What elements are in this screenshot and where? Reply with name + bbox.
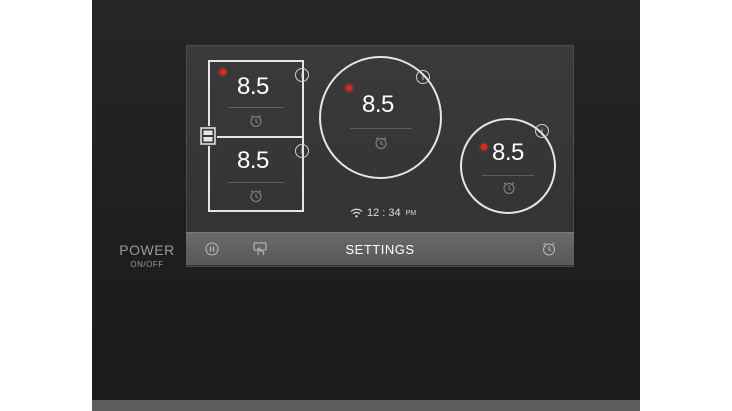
zone-center-level: 8.5 xyxy=(362,91,394,118)
power-label: POWER xyxy=(119,242,175,258)
zone-center-info-icon[interactable]: i xyxy=(416,70,430,84)
zone-bottom-left-divider xyxy=(228,182,284,183)
zone-top-left-level: 8.5 xyxy=(237,73,269,100)
settings-title[interactable]: SETTINGS xyxy=(186,242,574,257)
bridge-zone-toggle[interactable] xyxy=(199,126,217,146)
zone-right-level: 8.5 xyxy=(492,139,524,166)
zone-bottom-left-info-icon[interactable]: i xyxy=(295,144,309,158)
hand-touch-icon[interactable] xyxy=(252,241,268,257)
zone-center-divider xyxy=(350,128,412,129)
bridge-icon xyxy=(200,127,216,145)
zone-center-active-indicator xyxy=(346,85,352,91)
clock-ampm: PM xyxy=(405,209,417,217)
zone-top-left-timer-icon[interactable] xyxy=(249,114,263,128)
status-clock: 12 : 34 PM xyxy=(350,207,416,219)
zone-bottom-left-timer-icon[interactable] xyxy=(249,189,263,203)
zone-top-left-divider xyxy=(228,107,284,108)
wifi-icon xyxy=(350,208,363,218)
zone-top-left-active-indicator xyxy=(220,69,226,75)
zone-center-timer-icon[interactable] xyxy=(374,136,388,150)
alarm-timer-icon[interactable] xyxy=(541,241,557,257)
zone-right-info-icon[interactable]: i xyxy=(535,124,549,138)
zone-right-active-indicator xyxy=(481,144,487,150)
zone-bottom-left-level: 8.5 xyxy=(237,147,269,174)
pause-icon[interactable] xyxy=(204,241,220,257)
power-sublabel: ON/OFF xyxy=(130,260,164,269)
zone-top-left-info-icon[interactable]: i xyxy=(295,68,309,82)
power-button[interactable]: POWER ON/OFF xyxy=(106,242,188,269)
clock-time: 12 : 34 xyxy=(367,207,401,219)
zone-right-divider xyxy=(482,175,534,176)
zone-right-timer-icon[interactable] xyxy=(502,181,516,195)
panel-edge xyxy=(92,400,640,411)
settings-bar[interactable]: SETTINGS xyxy=(186,232,574,265)
